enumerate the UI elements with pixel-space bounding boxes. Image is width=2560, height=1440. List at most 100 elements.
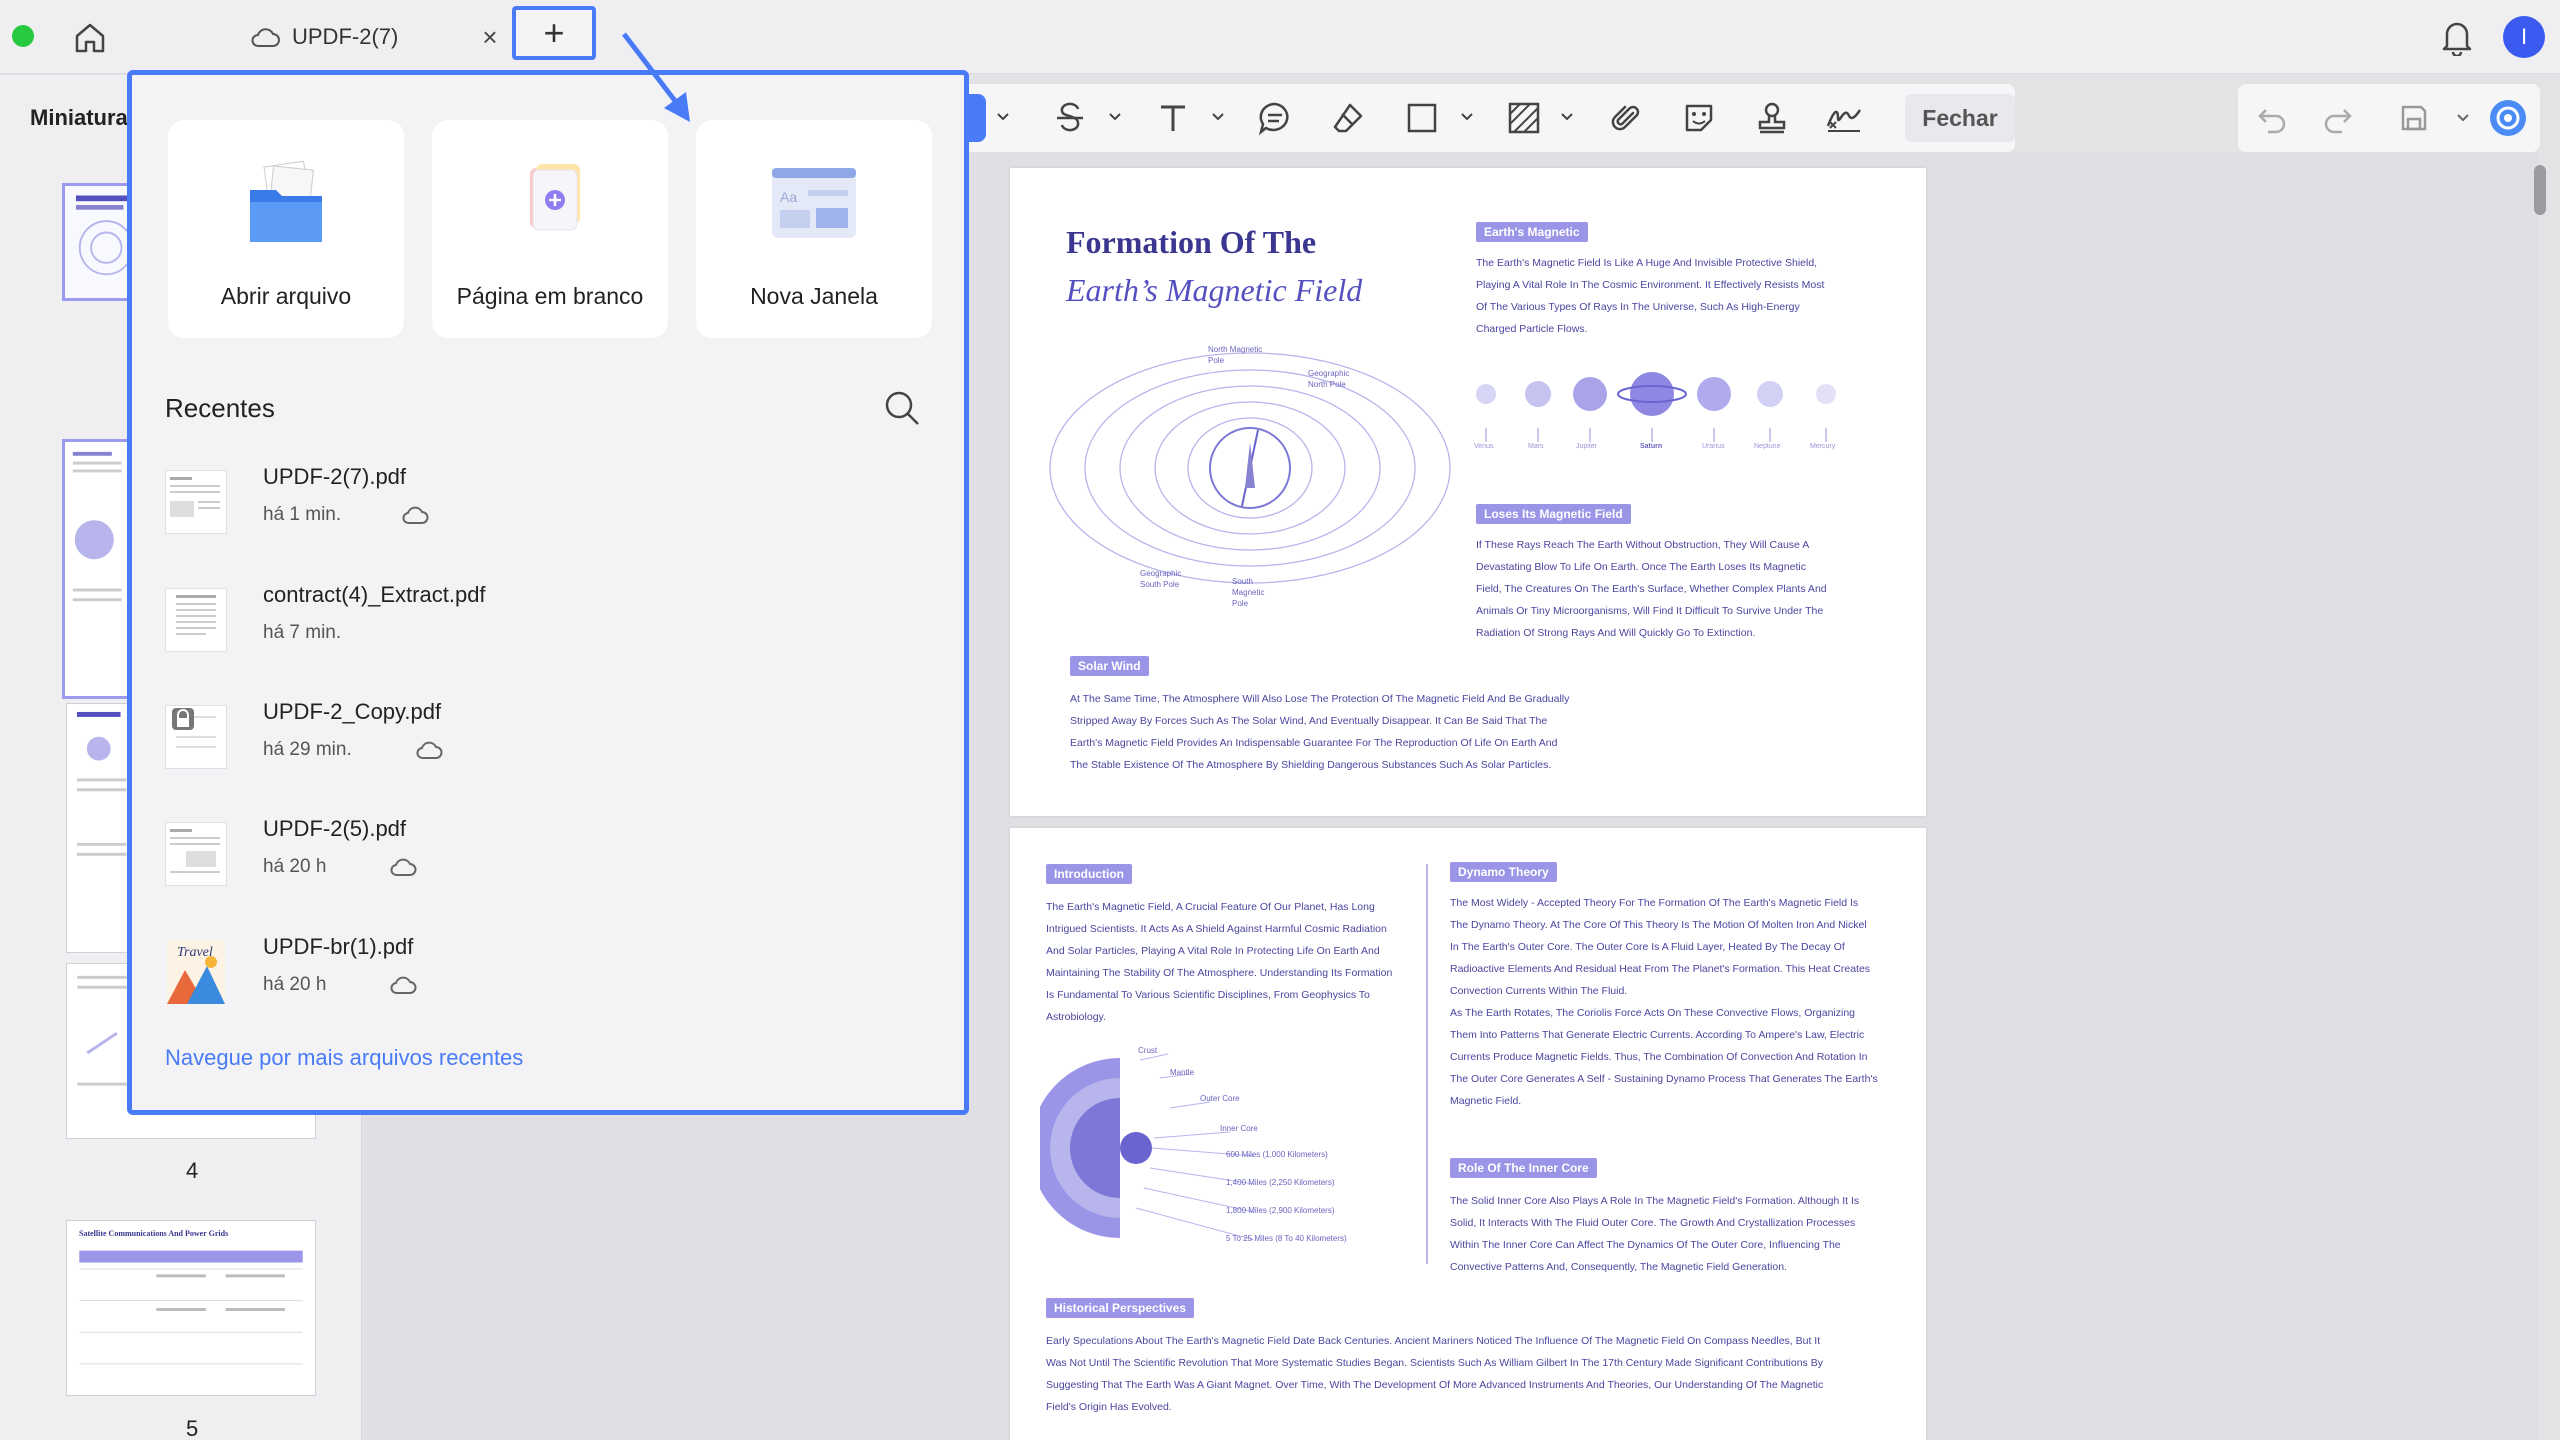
area-highlight-tool[interactable]	[1504, 98, 1544, 138]
recent-file-item[interactable]: contract(4)_Extract.pdf há 7 min.	[165, 578, 925, 674]
open-file-card[interactable]: Abrir arquivo	[168, 120, 404, 338]
attachment-tool[interactable]	[1606, 98, 1646, 138]
ai-assistant-icon	[2490, 100, 2526, 136]
paragraph-line: Suggesting That The Earth Was A Giant Ma…	[1046, 1379, 1824, 1391]
redo-button[interactable]	[2318, 98, 2358, 138]
chevron-down-icon[interactable]	[2456, 111, 2470, 125]
sidebar-title: Miniaturas	[30, 105, 141, 130]
home-icon	[75, 23, 105, 53]
text-tool[interactable]	[1153, 98, 1193, 138]
planet-label: Jupiter	[1576, 443, 1598, 450]
planets-illustration	[1476, 372, 1836, 442]
layer-label: Crust	[1138, 1046, 1158, 1055]
home-button[interactable]	[70, 18, 110, 58]
recent-file-item[interactable]: UPDF-2_Copy.pdf há 29 min.	[165, 695, 925, 791]
depth-label: 600 Miles (1,000 Kilometers)	[1226, 1150, 1328, 1159]
comment-tool[interactable]	[1255, 98, 1295, 138]
paragraph-line: Currents Produce Magnetic Fields. Thus, …	[1450, 1051, 1868, 1063]
window-control-button[interactable]	[12, 25, 34, 47]
strikethrough-icon	[1057, 102, 1083, 132]
cloud-icon	[390, 976, 417, 994]
paragraph-line: If These Rays Reach The Earth Without Ob…	[1476, 539, 1810, 551]
tab-close-button[interactable]: ×	[475, 22, 505, 53]
page-thumbnail-5[interactable]: Satellite Communications And Power Grids	[66, 1220, 316, 1396]
file-thumbnail	[165, 705, 227, 769]
paragraph-line: Field's Origin Has Evolved.	[1046, 1401, 1172, 1413]
blank-page-card[interactable]: Página em branco	[432, 120, 668, 338]
browse-more-recents-link[interactable]: Navegue por mais arquivos recentes	[165, 1045, 523, 1071]
paragraph-line: The Solid Inner Core Also Plays A Role I…	[1450, 1195, 1860, 1207]
user-avatar[interactable]: I	[2503, 16, 2545, 58]
undo-icon	[2258, 109, 2286, 134]
paragraph-line: As The Earth Rotates, The Coriolis Force…	[1450, 1007, 1856, 1019]
close-annotation-button[interactable]: Fechar	[1905, 94, 2015, 142]
chevron-down-icon[interactable]	[1460, 110, 1474, 124]
signature-tool[interactable]	[1824, 98, 1864, 138]
new-window-icon: Aa	[772, 168, 856, 238]
file-name: UPDF-2(5).pdf	[263, 816, 407, 841]
chevron-down-icon[interactable]	[1108, 110, 1122, 124]
file-time: há 29 min.	[263, 739, 352, 760]
recent-file-item[interactable]: UPDF-2(5).pdf há 20 h	[165, 812, 925, 908]
depth-label: 1,400 Miles (2,250 Kilometers)	[1226, 1178, 1335, 1187]
magnetic-field-illustration	[1049, 352, 1451, 584]
comment-icon	[1258, 102, 1289, 136]
sticker-tool[interactable]	[1679, 98, 1719, 138]
planet-label: Mercury	[1810, 443, 1836, 450]
section-tag: Role Of The Inner Core	[1450, 1158, 1597, 1178]
new-tab-popup: Abrir arquivo Página em branco Aa Nova J…	[127, 70, 969, 1115]
strikethrough-tool[interactable]	[1050, 98, 1090, 138]
search-icon[interactable]	[882, 388, 922, 428]
stamp-icon	[1758, 102, 1786, 134]
paragraph-line: Convective Patterns And, Consequently, T…	[1450, 1261, 1787, 1273]
recent-file-item[interactable]: Travel UPDF-br(1).pdf há 20 h	[165, 930, 925, 1026]
rectangle-tool[interactable]	[1402, 98, 1442, 138]
section-tag: Historical Perspectives	[1046, 1298, 1195, 1318]
save-icon	[2401, 105, 2427, 131]
svg-text:Aa: Aa	[780, 189, 797, 205]
blank-page-icon	[530, 164, 580, 231]
eraser-tool[interactable]	[1328, 98, 1368, 138]
paperclip-icon	[1611, 105, 1640, 131]
section-tag: Earth's Magnetic	[1476, 222, 1588, 242]
recent-file-item[interactable]: UPDF-2(7).pdf há 1 min.	[165, 460, 925, 556]
paragraph-line: Radioactive Elements And Residual Heat F…	[1450, 963, 1871, 975]
redo-icon	[2324, 109, 2352, 134]
folder-icon	[250, 160, 322, 242]
chevron-down-icon[interactable]	[1211, 110, 1225, 124]
undo-button[interactable]	[2252, 98, 2292, 138]
paragraph-line: At The Same Time, The Atmosphere Will Al…	[1070, 693, 1570, 705]
file-time: há 7 min.	[263, 622, 342, 643]
chevron-down-icon[interactable]	[1560, 110, 1574, 124]
file-thumbnail	[165, 822, 227, 886]
document-tab[interactable]: UPDF-2(7) ×	[230, 12, 505, 62]
chevron-down-icon[interactable]	[996, 110, 1010, 124]
new-window-card[interactable]: Aa Nova Janela	[696, 120, 932, 338]
stamp-tool[interactable]	[1752, 98, 1792, 138]
paragraph-line: Magnetic Field.	[1450, 1095, 1522, 1107]
ai-assistant-button[interactable]	[2488, 98, 2528, 138]
paragraph-line: Was Not Until The Scientific Revolution …	[1046, 1357, 1823, 1369]
sticker-icon	[1685, 104, 1713, 132]
paragraph-line: Of The Various Types Of Rays In The Univ…	[1476, 301, 1800, 313]
file-thumbnail: Travel	[165, 940, 227, 1004]
paragraph-line: The Earth's Magnetic Field, A Crucial Fe…	[1046, 901, 1375, 913]
paragraph-line: Convection Currents Within The Fluid.	[1450, 985, 1628, 997]
vertical-scrollbar[interactable]	[2534, 165, 2546, 215]
paragraph-line: In The Earth's Outer Core. The Outer Cor…	[1450, 941, 1845, 953]
paragraph-line: The Most Widely - Accepted Theory For Th…	[1450, 897, 1859, 909]
card-label: Página em branco	[456, 283, 644, 309]
cloud-icon	[251, 28, 280, 47]
depth-label: 1,800 Miles (2,900 Kilometers)	[1226, 1206, 1335, 1215]
pole-label: North Magnetic Pole	[1208, 345, 1263, 365]
notification-bell-icon[interactable]	[2440, 18, 2474, 56]
paragraph-line: And Solar Particles, Playing A Vital Rol…	[1046, 945, 1380, 957]
layer-label: Mantle	[1170, 1068, 1195, 1077]
depth-label: 5 To 25 Miles (8 To 40 Kilometers)	[1226, 1234, 1347, 1243]
paragraph-line: Animals Or Tiny Microorganisms, Will Fin…	[1476, 605, 1824, 617]
cloud-icon	[390, 858, 417, 876]
planet-label: Venus	[1474, 443, 1494, 450]
save-button[interactable]	[2394, 98, 2434, 138]
layer-label: Inner Core	[1220, 1124, 1258, 1133]
new-tab-button[interactable]: +	[512, 6, 596, 60]
